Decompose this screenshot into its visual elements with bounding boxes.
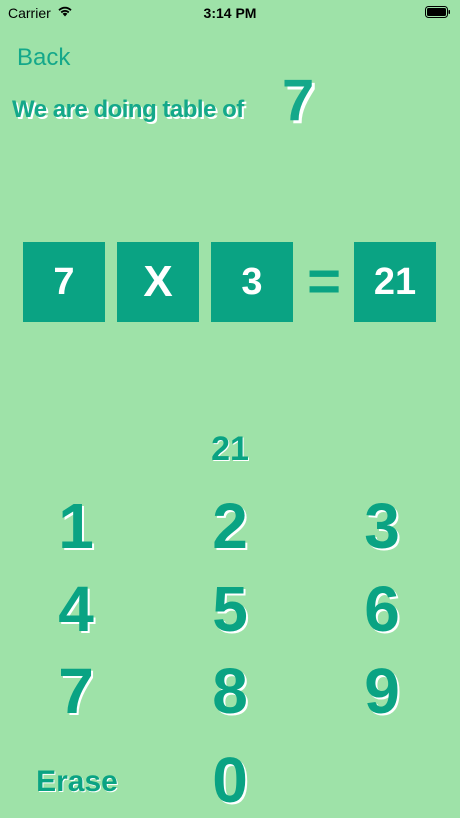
key-9[interactable]: 9 [337, 656, 427, 726]
page-title: We are doing table of [12, 96, 244, 123]
status-bar: Carrier 3:14 PM [0, 0, 460, 26]
key-8[interactable]: 8 [185, 656, 275, 726]
key-3[interactable]: 3 [337, 491, 427, 561]
key-2[interactable]: 2 [185, 491, 275, 561]
battery-icon [425, 6, 450, 18]
key-5[interactable]: 5 [185, 574, 275, 644]
equation-operand-b: 3 [211, 242, 293, 322]
key-1[interactable]: 1 [31, 491, 121, 561]
key-7[interactable]: 7 [31, 656, 121, 726]
equation-operand-a: 7 [23, 242, 105, 322]
back-button[interactable]: Back [17, 44, 70, 72]
answer-display: 21 [211, 430, 249, 468]
key-0[interactable]: 0 [185, 745, 275, 815]
status-time: 3:14 PM [203, 5, 257, 21]
table-number: 7 [282, 68, 315, 133]
equation-result: 21 [354, 242, 436, 322]
equation-equals-sign: = [307, 249, 341, 314]
equation-operator: X [117, 242, 199, 322]
erase-button[interactable]: Erase [18, 760, 136, 804]
key-4[interactable]: 4 [31, 574, 121, 644]
key-6[interactable]: 6 [337, 574, 427, 644]
